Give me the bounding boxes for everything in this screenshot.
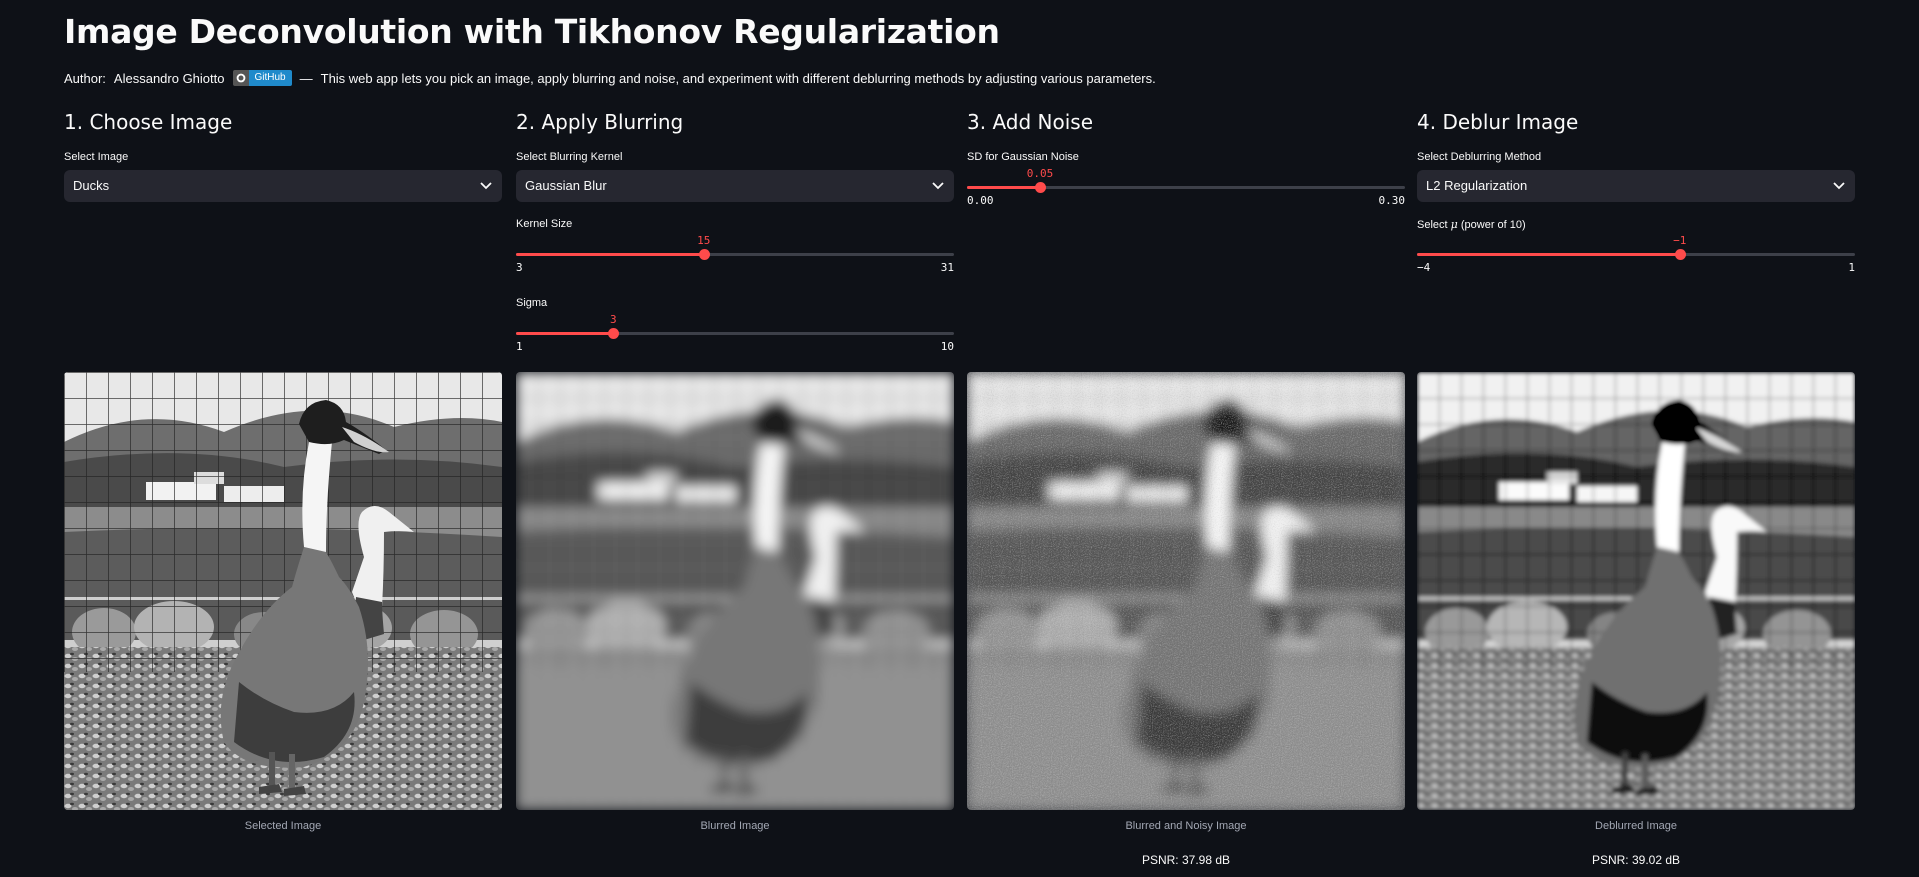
slider-max: 0.30 [1378, 194, 1406, 207]
blurred-image-caption: Blurred Image [700, 820, 770, 832]
mu-symbol: μ [1450, 218, 1458, 231]
slider-fill [1417, 253, 1680, 256]
select-image-value: Ducks [73, 178, 110, 193]
slider-max: 10 [940, 340, 954, 353]
separator-dash: — [299, 70, 313, 86]
select-kernel-value: Gaussian Blur [525, 178, 607, 193]
slider-min: 1 [516, 340, 523, 353]
github-badge-label: GitHub [248, 70, 292, 86]
slider-thumb[interactable] [1034, 182, 1046, 193]
mu-label-suffix: (power of 10) [1457, 219, 1526, 231]
slider-value: −1 [1673, 234, 1687, 247]
mu-label: Select μ (power of 10) [1417, 218, 1526, 231]
select-method-label: Select Deblurring Method [1417, 151, 1542, 163]
select-kernel-label: Select Blurring Kernel [516, 151, 623, 163]
slider-value: 0.05 [1026, 167, 1054, 180]
chevron-down-icon [932, 170, 944, 202]
slider-value: 15 [697, 234, 711, 247]
select-method-dropdown[interactable]: L2 Regularization [1417, 170, 1855, 202]
author-name: Alessandro Ghiotto [113, 70, 225, 86]
page-title: Image Deconvolution with Tikhonov Regula… [64, 12, 1000, 51]
slider-fill [967, 186, 1040, 189]
mu-slider[interactable]: −1 −4 1 [1417, 234, 1855, 274]
author-label: Author: [64, 70, 106, 86]
apply-blurring-heading: 2. Apply Blurring [516, 110, 684, 134]
sigma-label: Sigma [516, 297, 548, 309]
noise-sd-label: SD for Gaussian Noise [967, 151, 1079, 163]
slider-thumb[interactable] [698, 249, 710, 260]
app-description: This web app lets you pick an image, app… [320, 70, 1156, 86]
choose-image-section: 1. Choose Image Select Image Ducks [64, 108, 502, 202]
slider-fill [516, 332, 614, 335]
slider-value: 3 [610, 313, 617, 326]
blurred-image [516, 372, 954, 810]
apply-blurring-section: 2. Apply Blurring Select Blurring Kernel… [516, 108, 954, 353]
choose-image-heading: 1. Choose Image [64, 110, 233, 134]
noise-sd-slider[interactable]: 0.05 0.00 0.30 [967, 167, 1405, 207]
select-image-dropdown[interactable]: Ducks [64, 170, 502, 202]
kernel-size-label: Kernel Size [516, 218, 573, 230]
slider-fill [516, 253, 704, 256]
deblur-section: 4. Deblur Image Select Deblurring Method… [1417, 108, 1855, 274]
deblur-heading: 4. Deblur Image [1417, 110, 1579, 134]
slider-min: 0.00 [967, 194, 994, 207]
author-line: Author: Alessandro Ghiotto GitHub — This… [64, 70, 1156, 86]
add-noise-heading: 3. Add Noise [967, 110, 1093, 134]
slider-max: 31 [940, 261, 954, 274]
github-icon [232, 70, 249, 86]
mu-label-prefix: Select [1417, 219, 1451, 231]
github-badge[interactable]: GitHub [232, 70, 292, 86]
slider-min: −4 [1417, 261, 1431, 274]
chevron-down-icon [1833, 170, 1845, 202]
deblurred-psnr: PSNR: 39.02 dB [1591, 853, 1681, 867]
chevron-down-icon [480, 170, 492, 202]
select-image-label: Select Image [64, 151, 129, 163]
selected-image [64, 372, 502, 810]
noisy-image-caption: Blurred and Noisy Image [1125, 820, 1247, 832]
deblurred-image-caption: Deblurred Image [1595, 820, 1677, 832]
slider-thumb[interactable] [608, 328, 620, 339]
slider-min: 3 [516, 261, 523, 274]
kernel-size-slider[interactable]: 15 3 31 [516, 234, 954, 274]
select-method-value: L2 Regularization [1426, 178, 1528, 193]
selected-image-caption: Selected Image [244, 820, 322, 832]
select-kernel-dropdown[interactable]: Gaussian Blur [516, 170, 954, 202]
slider-thumb[interactable] [1674, 249, 1686, 260]
slider-max: 1 [1848, 261, 1855, 274]
noisy-image [967, 372, 1405, 810]
add-noise-section: 3. Add Noise SD for Gaussian Noise 0.05 … [967, 108, 1405, 207]
sigma-slider[interactable]: 3 1 10 [516, 313, 954, 353]
deblurred-image [1417, 372, 1855, 810]
noisy-psnr: PSNR: 37.98 dB [1141, 853, 1231, 867]
